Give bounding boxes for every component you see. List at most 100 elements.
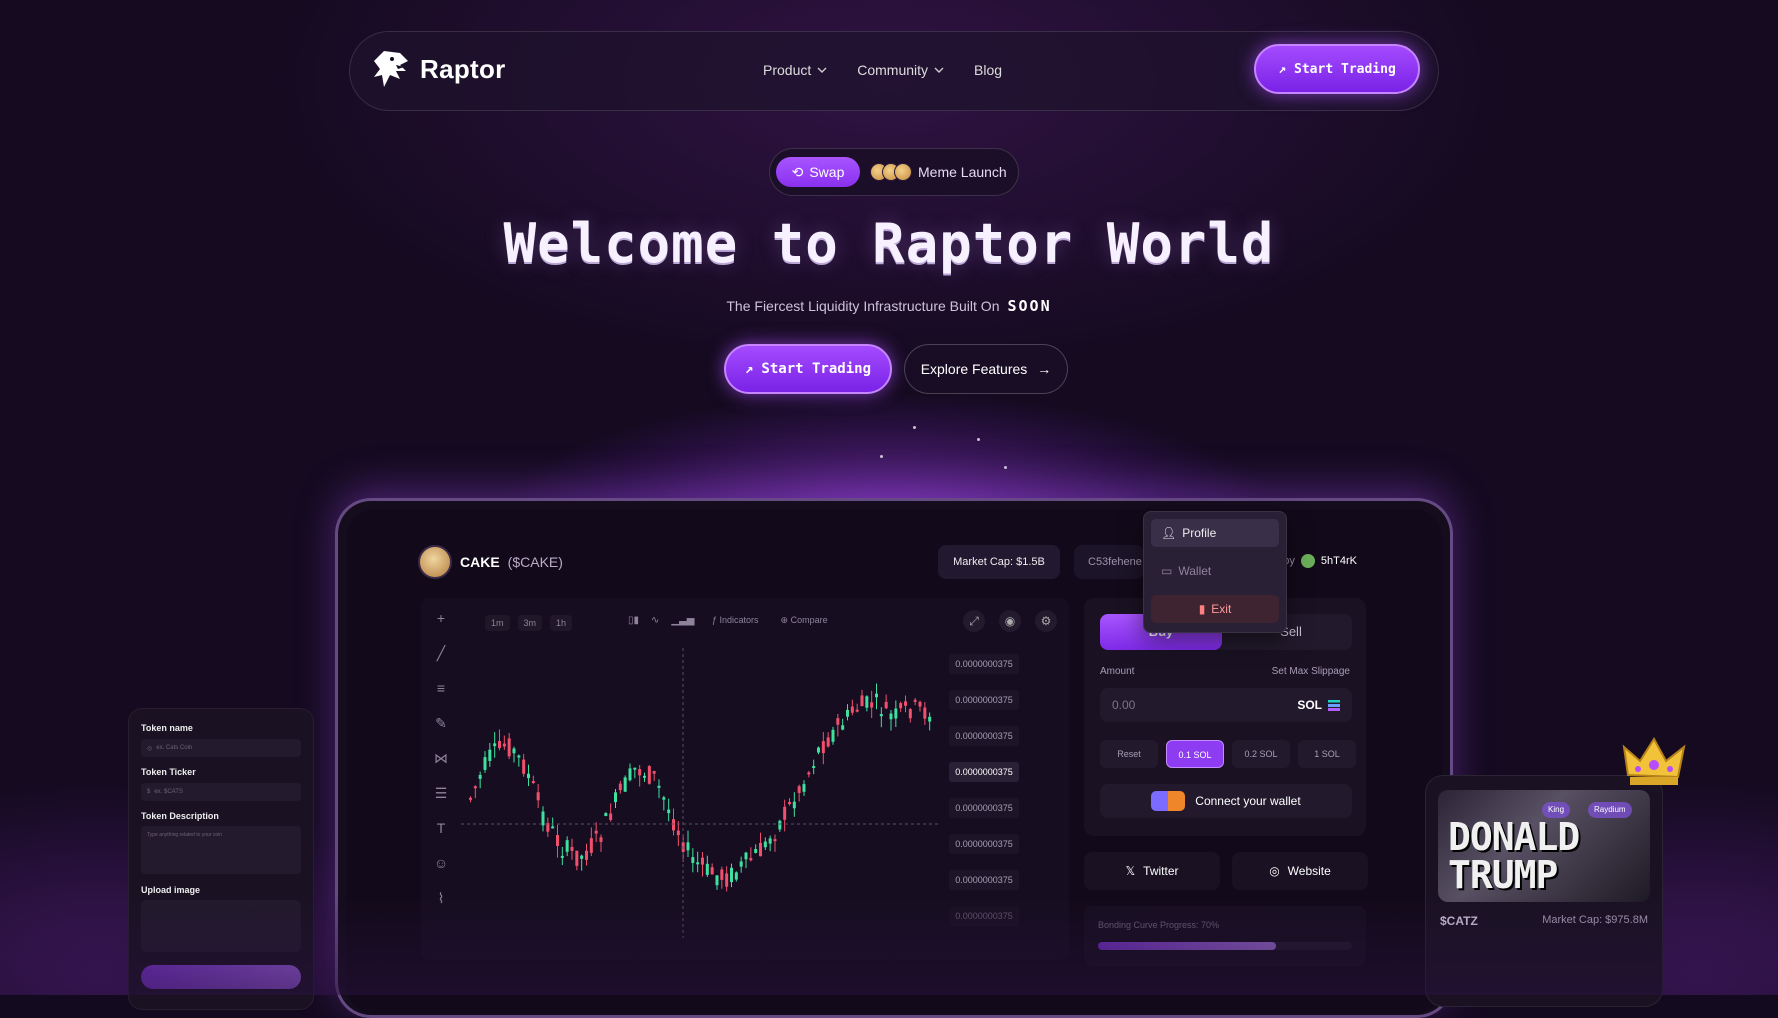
drawing-toolbar: + ╱ ≡ ✎ ⋈ ☰ T ☺ ⌇ — [427, 608, 455, 923]
candle-body — [908, 709, 912, 719]
dropdown-wallet-label: Wallet — [1178, 564, 1212, 578]
candle-body — [667, 809, 671, 814]
candle-body — [860, 695, 864, 707]
nav-start-trading-button[interactable]: ↗ Start Trading — [1254, 44, 1420, 94]
token-description-input[interactable]: Type anything related to your coin — [141, 826, 301, 874]
quick-amounts: Reset 0.1 SOL 0.2 SOL 1 SOL — [1100, 740, 1356, 768]
token-name-input[interactable]: ◎ ex. Cats Coin — [141, 739, 301, 757]
arrow-up-right-icon: ↗ — [744, 361, 754, 377]
bar-chart-icon[interactable]: ▁▃▅ — [671, 615, 694, 626]
price-label: 0.0000000375 — [949, 870, 1019, 890]
candle-body — [507, 738, 511, 757]
crosshair-icon[interactable]: + — [431, 608, 451, 628]
connect-wallet-button[interactable]: Connect your wallet — [1100, 784, 1352, 818]
projection-icon[interactable]: ☰ — [431, 783, 451, 803]
form-submit-button[interactable] — [141, 965, 301, 989]
quick-0-1-sol-button[interactable]: 0.1 SOL — [1166, 740, 1224, 768]
dropdown-exit[interactable]: ▮ Exit — [1151, 595, 1279, 623]
hero-start-trading-button[interactable]: ↗ Start Trading — [724, 344, 892, 394]
trendline-icon[interactable]: ╱ — [431, 643, 451, 663]
candle-body — [585, 850, 588, 860]
menu-community[interactable]: Community — [857, 62, 944, 78]
crown-icon — [1622, 737, 1686, 785]
menu-community-label: Community — [857, 62, 929, 78]
candle-body — [686, 842, 690, 851]
timeframe-1m[interactable]: 1m — [485, 615, 510, 631]
gear-icon[interactable]: ⚙ — [1035, 610, 1057, 632]
star — [1004, 466, 1007, 469]
quick-1-sol-button[interactable]: 1 SOL — [1298, 740, 1356, 768]
menu-blog[interactable]: Blog — [974, 62, 1002, 78]
line-chart-icon[interactable]: ∿ — [651, 615, 659, 626]
ruler-icon[interactable]: ⌇ — [431, 888, 451, 908]
candle-body — [904, 701, 907, 706]
dropdown-wallet[interactable]: ▭ Wallet — [1151, 557, 1279, 585]
bonding-progress-fill — [1098, 942, 1276, 950]
amount-label: Amount — [1100, 666, 1135, 677]
candle-body — [923, 707, 927, 719]
star — [977, 438, 980, 441]
candle-body — [691, 857, 695, 863]
raptor-logo-icon — [374, 51, 408, 87]
emoji-icon[interactable]: ☺ — [431, 853, 451, 873]
explore-features-button[interactable]: Explore Features → — [904, 344, 1068, 394]
twitter-link[interactable]: 𝕏 Twitter — [1084, 852, 1220, 890]
swap-pill[interactable]: ⟲ Swap — [776, 157, 860, 187]
token-ticker-placeholder: ex. $CATS — [154, 789, 183, 795]
amount-input[interactable]: 0.00 SOL — [1100, 688, 1352, 722]
meme-token-card[interactable]: DONALD TRUMP King Raydium $CATZ Market C… — [1425, 775, 1663, 1007]
price-axis: 0.0000000375 0.0000000375 0.0000000375 0… — [949, 654, 1019, 942]
bonding-curve: Bonding Curve Progress: 70% — [1084, 906, 1366, 966]
candle-body — [715, 875, 719, 886]
hero-subtitle: The Fiercest Liquidity Infrastructure Bu… — [0, 297, 1778, 315]
pattern-icon[interactable]: ⋈ — [431, 748, 451, 768]
candle-body — [783, 806, 787, 820]
quick-reset-button[interactable]: Reset — [1100, 740, 1158, 768]
token-ticker-label: Token Ticker — [141, 767, 196, 777]
menu-product[interactable]: Product — [763, 62, 827, 78]
candle-body — [817, 747, 820, 753]
meme-launch-pill[interactable]: Meme Launch — [870, 157, 1007, 187]
fib-icon[interactable]: ≡ — [431, 678, 451, 698]
candle-body — [749, 858, 753, 861]
timeframe-1h[interactable]: 1h — [550, 615, 573, 631]
hero-subtitle-text: The Fiercest Liquidity Infrastructure Bu… — [726, 298, 1000, 314]
candle-body — [638, 769, 642, 776]
price-label: 0.0000000375 — [949, 726, 1019, 746]
upload-image-dropzone[interactable] — [141, 900, 301, 952]
creator-name[interactable]: 5hT4rK — [1321, 555, 1357, 567]
chevron-down-icon — [934, 67, 944, 73]
indicators-button[interactable]: ƒ Indicators — [712, 615, 759, 626]
candle-body — [710, 867, 714, 875]
dropdown-exit-label: Exit — [1211, 602, 1232, 616]
text-icon[interactable]: T — [431, 818, 451, 838]
website-link[interactable]: ◎ Website — [1232, 852, 1368, 890]
dropdown-profile[interactable]: 👤︎ Profile — [1151, 519, 1279, 547]
compare-button[interactable]: ⊕ Compare — [781, 615, 828, 626]
candles-icon[interactable]: ▯▮ — [628, 615, 639, 626]
token-name: CAKE — [460, 554, 500, 570]
candle-body — [807, 772, 811, 775]
contract-address[interactable]: C53fehene — [1074, 545, 1144, 579]
brush-icon[interactable]: ✎ — [431, 713, 451, 733]
nav-cta-label: Start Trading — [1294, 61, 1396, 77]
candle-body — [531, 781, 535, 784]
candle-body — [628, 768, 632, 781]
candlestick-plot — [461, 648, 941, 938]
candle-body — [473, 786, 477, 789]
currency-selector[interactable]: SOL — [1297, 698, 1340, 712]
candle-body — [488, 749, 492, 761]
fullscreen-icon[interactable]: ⤢ — [963, 610, 985, 632]
max-slippage-link[interactable]: Set Max Slippage — [1272, 666, 1350, 677]
token-ticker-input[interactable]: $ ex. $CATS — [141, 783, 301, 801]
timeframe-3m[interactable]: 3m — [517, 615, 543, 631]
candle-body — [720, 869, 724, 880]
quick-0-2-sol-button[interactable]: 0.2 SOL — [1232, 740, 1290, 768]
twitter-label: Twitter — [1143, 864, 1179, 878]
brand-logo[interactable]: Raptor — [370, 47, 506, 91]
camera-icon[interactable]: ◉ — [999, 610, 1021, 632]
trade-panel: Buy Sell Amount Set Max Slippage 0.00 SO… — [1084, 598, 1366, 836]
candle-body — [512, 748, 516, 754]
candle-body — [763, 841, 767, 848]
candle-body — [850, 706, 854, 713]
